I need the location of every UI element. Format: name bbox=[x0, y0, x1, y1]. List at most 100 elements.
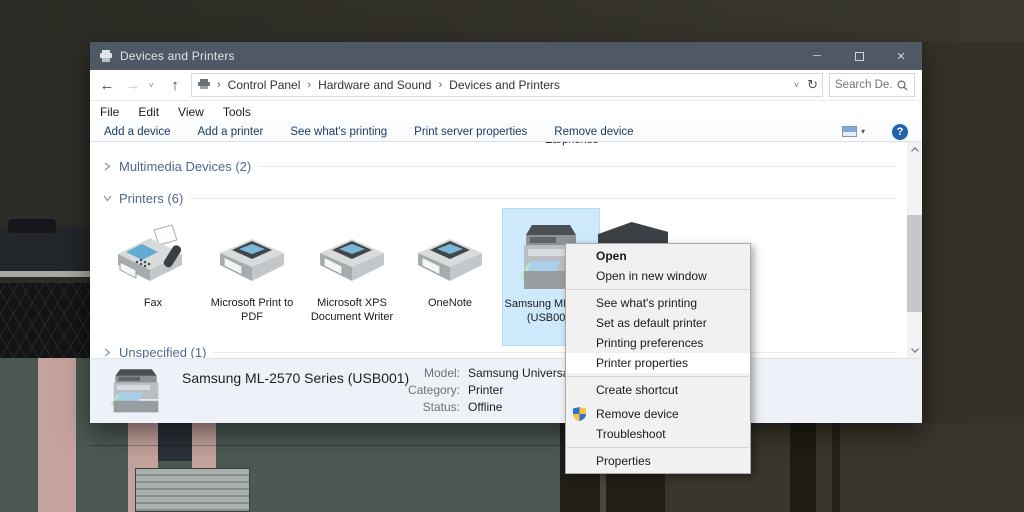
command-bar: Add a device Add a printer See what's pr… bbox=[90, 122, 922, 142]
printer-icon bbox=[408, 214, 492, 296]
section-label: Printers (6) bbox=[119, 191, 184, 206]
recent-pages-dropdown[interactable]: ˅ bbox=[149, 81, 159, 90]
context-menu-open-in-new-window[interactable]: Open in new window bbox=[566, 266, 750, 286]
printer-icon bbox=[310, 214, 394, 296]
context-menu-troubleshoot[interactable]: Troubleshoot bbox=[566, 424, 750, 444]
breadcrumb-hardware-and-sound[interactable]: Hardware and Sound bbox=[318, 78, 431, 92]
wallpaper-roller-door bbox=[135, 468, 250, 512]
context-menu-create-shortcut[interactable]: Create shortcut bbox=[566, 380, 750, 400]
wallpaper-rooftop-units bbox=[0, 219, 90, 277]
add-a-device-button[interactable]: Add a device bbox=[104, 126, 171, 138]
breadcrumb-separator: › bbox=[307, 79, 312, 91]
location-icon bbox=[198, 78, 210, 92]
printer-tile-onenote[interactable]: OneNote bbox=[401, 208, 499, 346]
samsung-printer-icon bbox=[108, 366, 166, 423]
wallpaper-seam bbox=[90, 445, 560, 446]
see-whats-printing-button[interactable]: See what's printing bbox=[290, 126, 387, 138]
wallpaper-striped-wall bbox=[0, 358, 90, 512]
desktop: Devices and Printers ─ ✕ ← → ˅ ↑ › Contr… bbox=[0, 0, 1024, 512]
menu-view[interactable]: View bbox=[178, 105, 204, 119]
tile-label: Fax bbox=[143, 297, 163, 309]
section-unspecified[interactable]: Unspecified (1) bbox=[102, 345, 897, 358]
refresh-icon[interactable]: ↻ bbox=[807, 77, 818, 93]
device-name: Samsung ML-2570 Series (USB001) bbox=[182, 370, 410, 386]
vertical-scrollbar[interactable] bbox=[907, 142, 922, 358]
minimize-button[interactable]: ─ bbox=[796, 42, 838, 70]
menu-bar: File Edit View Tools bbox=[90, 101, 922, 122]
wallpaper-left-building bbox=[0, 42, 90, 512]
scrollbar-track[interactable] bbox=[907, 157, 922, 343]
printer-tile-xps-writer[interactable]: Microsoft XPS Document Writer bbox=[303, 208, 401, 346]
chevron-down-icon: ▾ bbox=[860, 127, 865, 136]
device-list-area: Earphones Multimedia Devices (2) Printer… bbox=[90, 142, 922, 358]
search-input[interactable] bbox=[835, 79, 893, 91]
wallpaper-dark-panel bbox=[158, 423, 192, 461]
breadcrumb-separator: › bbox=[217, 79, 221, 91]
wallpaper-post bbox=[832, 423, 840, 512]
partial-printer-icon bbox=[598, 222, 668, 244]
forward-button[interactable]: → bbox=[123, 77, 143, 94]
breadcrumb-separator: › bbox=[438, 79, 443, 91]
up-button[interactable]: ↑ bbox=[165, 77, 185, 94]
context-menu-properties[interactable]: Properties bbox=[566, 451, 750, 471]
printer-app-icon bbox=[99, 50, 113, 62]
context-menu-printing-preferences[interactable]: Printing preferences bbox=[566, 333, 750, 353]
help-icon[interactable]: ? bbox=[892, 123, 908, 140]
chevron-right-icon bbox=[102, 348, 112, 357]
printer-tile-fax[interactable]: Fax bbox=[104, 208, 202, 346]
close-button[interactable]: ✕ bbox=[880, 42, 922, 70]
context-menu-printer-properties[interactable]: Printer properties bbox=[566, 353, 750, 373]
maximize-icon bbox=[854, 51, 864, 61]
menu-separator bbox=[567, 289, 749, 290]
section-label: Unspecified (1) bbox=[119, 345, 207, 358]
window-title: Devices and Printers bbox=[120, 49, 235, 63]
remove-device-button[interactable]: Remove device bbox=[554, 126, 633, 138]
menu-separator bbox=[567, 447, 749, 448]
menu-separator bbox=[567, 376, 749, 377]
section-multimedia-devices[interactable]: Multimedia Devices (2) bbox=[102, 159, 897, 174]
section-printers[interactable]: Printers (6) bbox=[102, 191, 897, 206]
tile-label: Microsoft Print to PDF bbox=[210, 297, 294, 323]
change-view-button[interactable]: ▾ bbox=[841, 126, 865, 137]
section-rule bbox=[190, 198, 897, 199]
search-box[interactable] bbox=[829, 73, 915, 97]
printer-tiles: Fax Microsoft Print to PDF Microsoft XPS… bbox=[90, 208, 922, 346]
chevron-right-icon bbox=[102, 162, 112, 171]
add-a-printer-button[interactable]: Add a printer bbox=[198, 126, 264, 138]
printer-icon bbox=[210, 214, 294, 296]
tile-label: OneNote bbox=[427, 297, 473, 309]
context-menu-set-as-default-printer[interactable]: Set as default printer bbox=[566, 313, 750, 333]
menu-tools[interactable]: Tools bbox=[223, 105, 251, 119]
printer-context-menu: Open Open in new window See what's print… bbox=[565, 243, 751, 474]
tile-label: Microsoft XPS Document Writer bbox=[310, 297, 394, 323]
section-rule bbox=[213, 352, 897, 353]
breadcrumb-devices-and-printers[interactable]: Devices and Printers bbox=[449, 78, 560, 92]
menu-file[interactable]: File bbox=[100, 105, 119, 119]
context-menu-open[interactable]: Open bbox=[566, 246, 750, 266]
section-rule bbox=[258, 166, 897, 167]
address-bar[interactable]: › Control Panel › Hardware and Sound › D… bbox=[191, 73, 823, 97]
category-value: Printer bbox=[468, 383, 504, 397]
navigation-bar: ← → ˅ ↑ › Control Panel › Hardware and S… bbox=[90, 70, 922, 101]
print-server-properties-button[interactable]: Print server properties bbox=[414, 126, 527, 138]
wallpaper-right bbox=[922, 42, 1024, 423]
scrollbar-thumb[interactable] bbox=[907, 215, 922, 312]
back-button[interactable]: ← bbox=[97, 77, 117, 94]
devices-and-printers-window: Devices and Printers ─ ✕ ← → ˅ ↑ › Contr… bbox=[90, 42, 922, 423]
scroll-up-icon[interactable] bbox=[907, 142, 922, 157]
view-mode-icon bbox=[841, 126, 857, 137]
maximize-button[interactable] bbox=[838, 42, 880, 70]
context-menu-remove-device[interactable]: Remove device bbox=[566, 404, 750, 424]
remove-device-label: Remove device bbox=[596, 407, 679, 421]
status-value: Offline bbox=[468, 400, 503, 414]
clipped-earphones-label: Earphones bbox=[545, 142, 598, 146]
wallpaper-bottom-building bbox=[90, 423, 1024, 512]
scroll-down-icon[interactable] bbox=[907, 343, 922, 358]
menu-edit[interactable]: Edit bbox=[138, 105, 159, 119]
printer-tile-print-to-pdf[interactable]: Microsoft Print to PDF bbox=[203, 208, 301, 346]
context-menu-see-whats-printing[interactable]: See what's printing bbox=[566, 293, 750, 313]
title-bar[interactable]: Devices and Printers ─ ✕ bbox=[90, 42, 922, 70]
model-label: Model: bbox=[423, 366, 460, 380]
address-dropdown-icon[interactable]: ˅ bbox=[794, 80, 799, 90]
breadcrumb-control-panel[interactable]: Control Panel bbox=[228, 78, 301, 92]
